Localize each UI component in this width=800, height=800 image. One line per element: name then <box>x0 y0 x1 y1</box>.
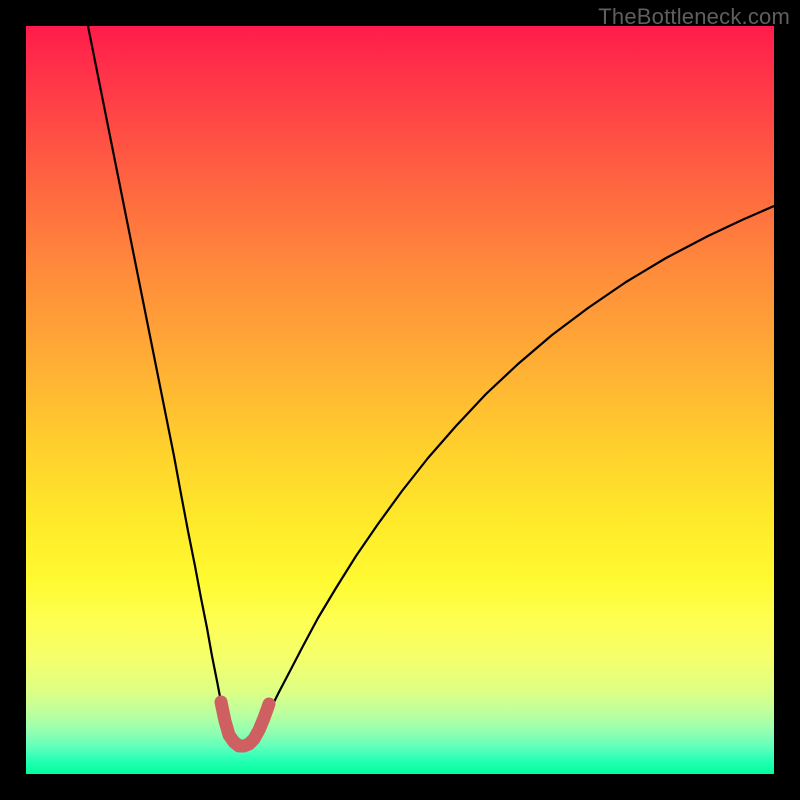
series-notch-highlight <box>221 702 269 746</box>
series-left-branch <box>88 26 234 741</box>
chart-frame <box>26 26 774 774</box>
series-right-branch <box>252 206 774 741</box>
watermark-text: TheBottleneck.com <box>598 4 790 30</box>
bottleneck-curve <box>26 26 774 774</box>
